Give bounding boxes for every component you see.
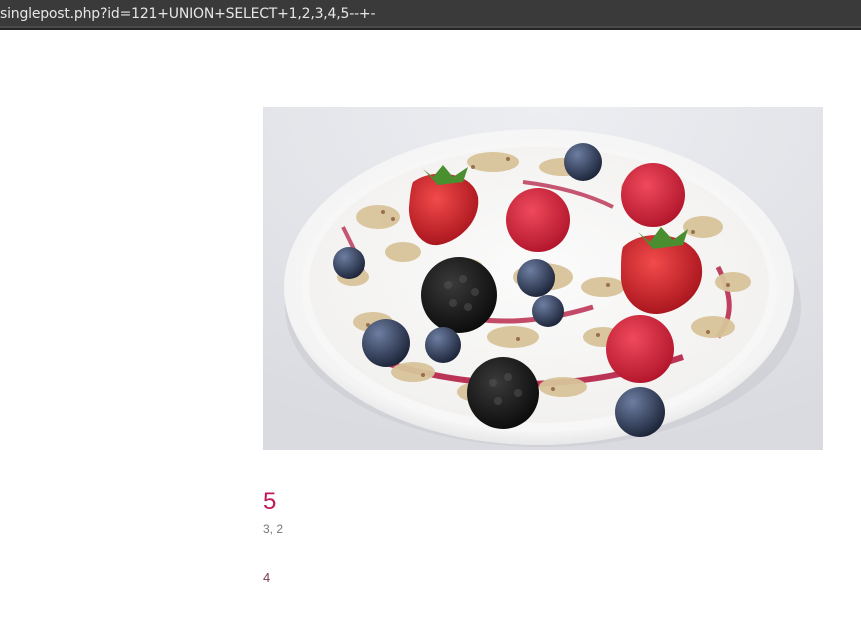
address-bar[interactable]: singlepost.php?id=121+UNION+SELECT+1,2,3…	[0, 0, 861, 30]
post-body: 4	[263, 570, 271, 585]
address-bar-divider	[0, 28, 861, 30]
post-meta: 3, 2	[263, 522, 284, 536]
url-text[interactable]: singlepost.php?id=121+UNION+SELECT+1,2,3…	[0, 6, 376, 22]
post-image	[263, 107, 823, 450]
post-title[interactable]: 5	[263, 487, 276, 517]
yogurt-bowl-illustration	[263, 107, 823, 450]
